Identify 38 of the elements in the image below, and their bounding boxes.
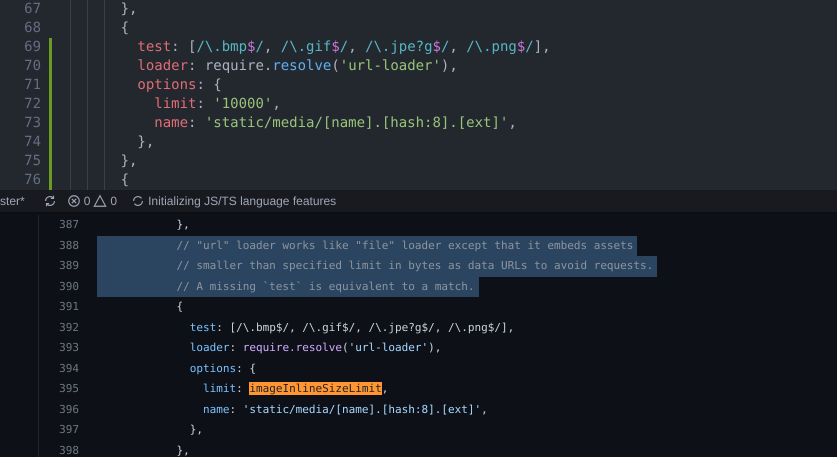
code-line: },: [175, 442, 191, 457]
code-line: name: 'static/media/[name].[hash:8].[ext]',: [202, 402, 489, 418]
line-number: 394: [58, 360, 79, 376]
line-number: 396: [58, 402, 79, 418]
line-number: 67: [23, 0, 41, 19]
branch-name[interactable]: ster*: [0, 194, 25, 208]
line-number: 392: [58, 320, 79, 336]
code-line: loader: require.resolve('url-loader'),: [188, 340, 442, 356]
line-number: 75: [23, 152, 41, 171]
line-number: 73: [23, 114, 41, 133]
code-line: test: [/\.bmp$/, /\.gif$/, /\.jpe?g$/, /\.png$/],: [188, 320, 516, 336]
line-number: 391: [58, 299, 79, 315]
line-number: 390: [58, 278, 79, 294]
line-number: 70: [23, 57, 41, 76]
loading-icon: [131, 194, 146, 208]
line-number: 74: [23, 133, 41, 152]
warning-icon[interactable]: [93, 194, 108, 208]
line-number: 71: [23, 76, 41, 95]
line-number: 72: [23, 95, 41, 114]
line-number: 393: [58, 340, 79, 356]
error-icon[interactable]: [66, 194, 81, 208]
line-number: 69: [23, 38, 41, 57]
line-number: 395: [58, 381, 79, 397]
sync-icon[interactable]: [42, 194, 57, 208]
line-number: 68: [23, 19, 41, 38]
line-number: 397: [58, 422, 79, 438]
line-number: 398: [58, 442, 79, 457]
error-count: 0: [84, 194, 90, 208]
code-line: {: [175, 299, 184, 315]
warning-count: 0: [110, 194, 118, 208]
code-line: },: [188, 422, 204, 438]
line-number: 388: [58, 238, 79, 254]
line-number: 76: [23, 171, 41, 190]
line-number: 389: [58, 258, 79, 274]
status-message: Initializing JS/TS language features: [148, 194, 336, 208]
code-line: options: {: [188, 360, 257, 376]
line-number: 387: [58, 217, 79, 233]
code-line: },: [175, 217, 191, 233]
